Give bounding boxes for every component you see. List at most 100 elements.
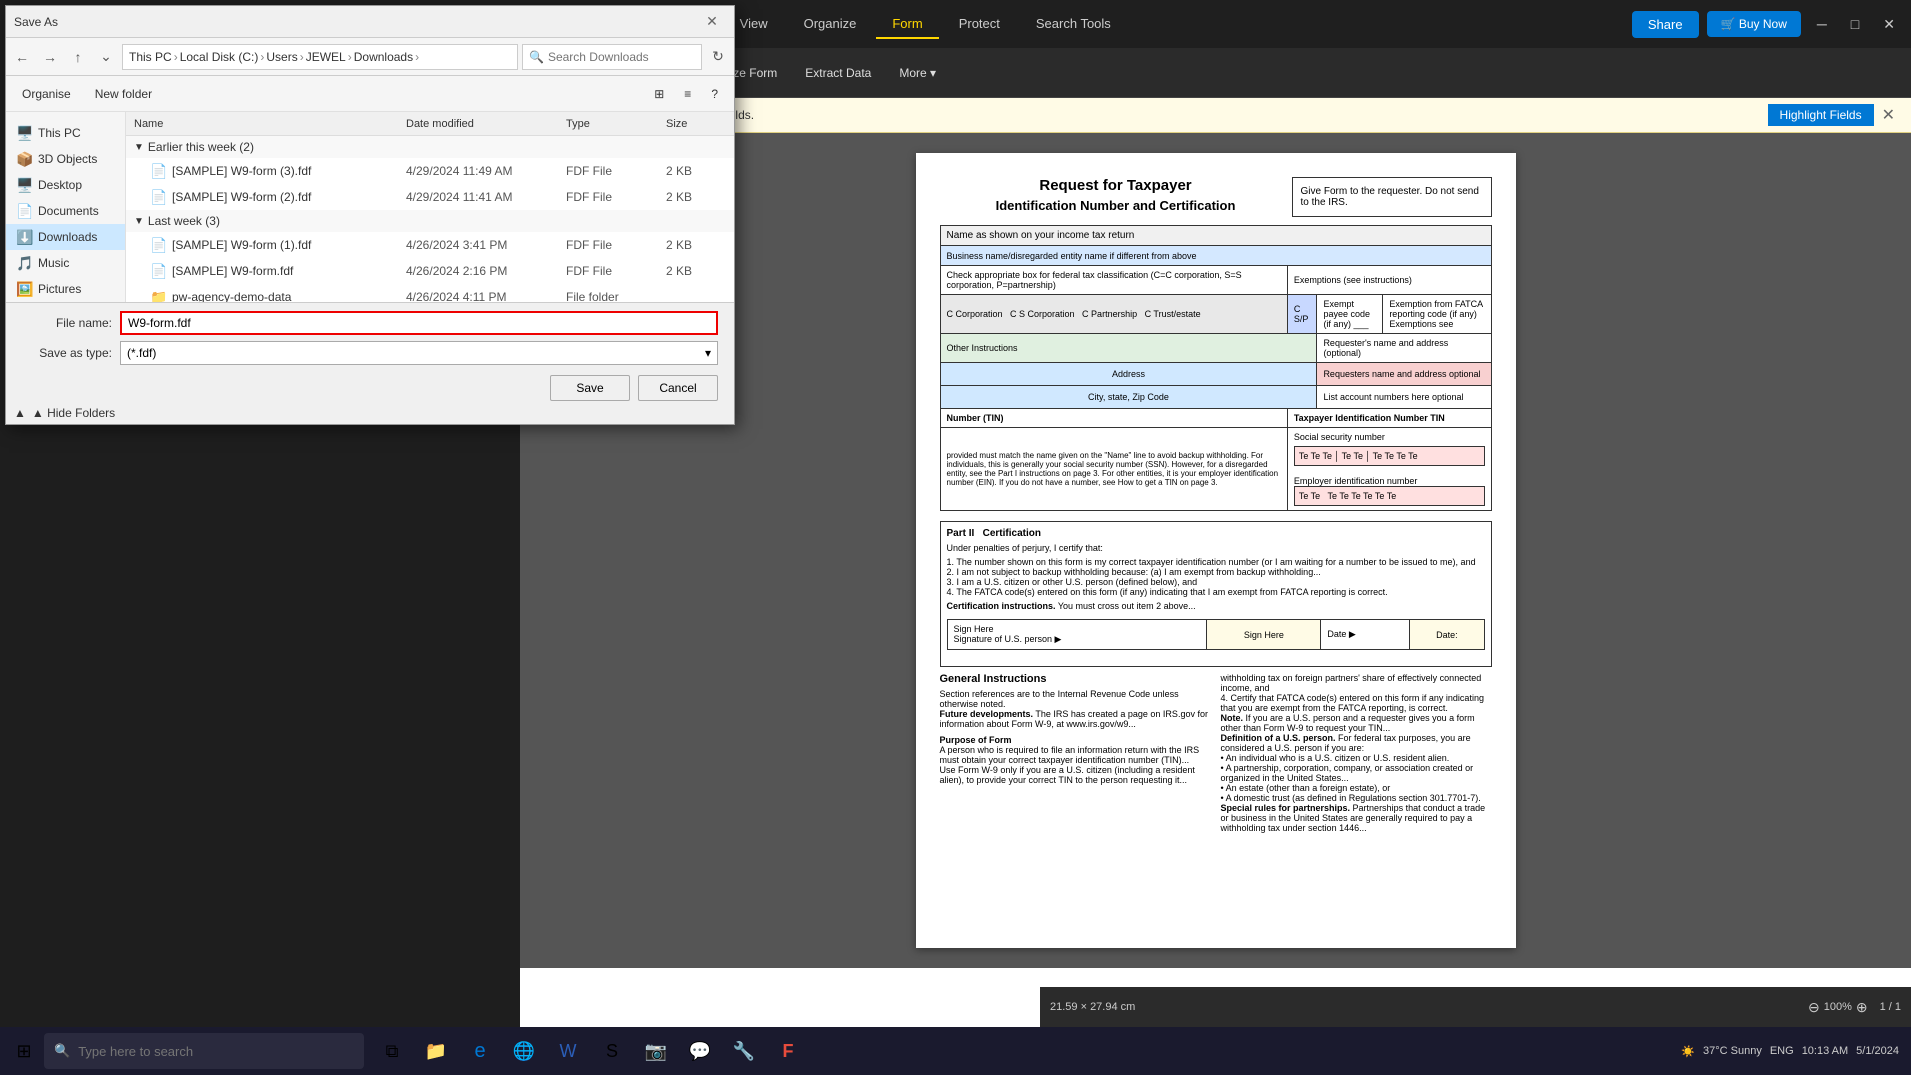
- app6-btn[interactable]: 💬: [680, 1031, 720, 1071]
- chrome-btn[interactable]: 🌐: [504, 1031, 544, 1071]
- taskview-btn[interactable]: ⧉: [372, 1031, 412, 1071]
- file-date: 4/26/2024 3:41 PM: [406, 238, 566, 252]
- nav-item-label: Downloads: [38, 230, 97, 244]
- search-icon: 🔍: [529, 50, 544, 64]
- buy-now-button[interactable]: 🛒 Buy Now: [1707, 11, 1801, 37]
- nav-recent-btn[interactable]: ⌄: [94, 45, 118, 69]
- filename-input[interactable]: [120, 311, 718, 335]
- new-folder-btn[interactable]: New folder: [87, 83, 160, 105]
- file-row[interactable]: 📄 [SAMPLE] W9-form.fdf 4/26/2024 2:16 PM…: [126, 258, 734, 284]
- nav-up-btn[interactable]: ↑: [66, 45, 90, 69]
- refresh-btn[interactable]: ↻: [706, 45, 730, 69]
- file-size: 2 KB: [666, 164, 726, 178]
- hide-folders-btn[interactable]: ▲ ▲ Hide Folders: [6, 402, 734, 424]
- file-row[interactable]: 📄 [SAMPLE] W9-form (2).fdf 4/29/2024 11:…: [126, 184, 734, 210]
- zoom-out-btn[interactable]: ⊖: [1808, 999, 1820, 1016]
- pdf-tab-organize[interactable]: Organize: [788, 10, 873, 39]
- file-name: [SAMPLE] W9-form (2).fdf: [172, 190, 406, 204]
- close-app-btn[interactable]: ✕: [1875, 12, 1903, 37]
- page-info: 1 / 1: [1880, 1001, 1901, 1013]
- nav-item-pictures[interactable]: 🖼️ Pictures: [6, 276, 125, 302]
- breadcrumb-local-disk[interactable]: Local Disk (C:): [180, 50, 259, 64]
- search-input[interactable]: [548, 50, 703, 64]
- app5-btn[interactable]: 📷: [636, 1031, 676, 1071]
- file-type: FDF File: [566, 164, 666, 178]
- group-last-week[interactable]: ▼ Last week (3): [126, 210, 734, 232]
- file-size: 2 KB: [666, 238, 726, 252]
- file-name: pw-agency-demo-data: [172, 290, 406, 302]
- file-row[interactable]: 📄 [SAMPLE] W9-form (1).fdf 4/26/2024 3:4…: [126, 232, 734, 258]
- save-as-type-select[interactable]: (*.fdf) ▾: [120, 341, 718, 365]
- file-date: 4/29/2024 11:41 AM: [406, 190, 566, 204]
- explorer-btn[interactable]: 📁: [416, 1031, 456, 1071]
- nav-forward-btn[interactable]: →: [38, 45, 62, 69]
- save-button[interactable]: Save: [550, 375, 630, 401]
- minimize-btn[interactable]: ─: [1809, 12, 1835, 36]
- dimensions-label: 21.59 × 27.94 cm: [1050, 1001, 1135, 1013]
- extract-data-label: Extract Data: [805, 66, 871, 80]
- start-btn[interactable]: ⊞: [4, 1031, 44, 1071]
- cancel-button[interactable]: Cancel: [638, 375, 718, 401]
- dialog-main: 🖥️ This PC 📦 3D Objects 🖥️ Desktop 📄 Doc…: [6, 112, 734, 302]
- group-earlier-this-week[interactable]: ▼ Earlier this week (2): [126, 136, 734, 158]
- pdf-document: Request for Taxpayer Identification Numb…: [916, 153, 1516, 948]
- file-date: 4/26/2024 2:16 PM: [406, 264, 566, 278]
- taskbar-search-container: 🔍: [44, 1033, 364, 1069]
- screen: ← → File Home View Organize Form Protect…: [0, 0, 1911, 1075]
- pdf-tab-form[interactable]: Form: [876, 10, 938, 39]
- organise-btn[interactable]: Organise: [14, 83, 79, 105]
- view-btn2[interactable]: ≡: [676, 83, 699, 105]
- pdf-tab-search-tools[interactable]: Search Tools: [1020, 10, 1127, 39]
- taskbar: ⊞ 🔍 ⧉ 📁 e 🌐 W S 📷 💬 🔧 F ☀️ 37°C Sunny EN…: [0, 1027, 1911, 1075]
- taskbar-app-icons: ⧉ 📁 e 🌐 W S 📷 💬 🔧 F: [372, 1031, 808, 1071]
- breadcrumb-this-pc[interactable]: This PC: [129, 50, 172, 64]
- downloads-icon: ⬇️: [16, 229, 32, 245]
- nav-item-3d-objects[interactable]: 📦 3D Objects: [6, 146, 125, 172]
- documents-icon: 📄: [16, 203, 32, 219]
- nav-back-btn[interactable]: ←: [10, 45, 34, 69]
- breadcrumb-downloads[interactable]: Downloads: [354, 50, 413, 64]
- file-row[interactable]: 📁 pw-agency-demo-data 4/26/2024 4:11 PM …: [126, 284, 734, 302]
- desktop-icon: 🖥️: [16, 177, 32, 193]
- pdf-tab-protect[interactable]: Protect: [943, 10, 1016, 39]
- nav-item-desktop[interactable]: 🖥️ Desktop: [6, 172, 125, 198]
- more-tools-btn[interactable]: More ▾: [889, 62, 946, 84]
- share-button[interactable]: Share: [1632, 11, 1699, 38]
- file-name: [SAMPLE] W9-form.fdf: [172, 264, 406, 278]
- extract-data-btn[interactable]: Extract Data: [795, 62, 881, 84]
- col-type-header: Type: [566, 118, 666, 130]
- nav-item-downloads[interactable]: ⬇️ Downloads: [6, 224, 125, 250]
- app7-btn[interactable]: 🔧: [724, 1031, 764, 1071]
- skype-btn[interactable]: S: [592, 1031, 632, 1071]
- file-date: 4/29/2024 11:49 AM: [406, 164, 566, 178]
- dialog-close-btn[interactable]: ✕: [698, 8, 726, 36]
- hide-folders-label: ▲ Hide Folders: [32, 406, 115, 420]
- highlight-fields-btn[interactable]: Highlight Fields: [1768, 104, 1874, 126]
- word-btn[interactable]: W: [548, 1031, 588, 1071]
- edge-btn[interactable]: e: [460, 1031, 500, 1071]
- pdf-general-instructions: General Instructions Section references …: [940, 673, 1492, 833]
- weather-label: 37°C Sunny: [1703, 1045, 1762, 1057]
- zoom-in-btn[interactable]: ⊕: [1856, 999, 1868, 1016]
- nav-item-label: Documents: [38, 204, 99, 218]
- foxit-btn[interactable]: F: [768, 1031, 808, 1071]
- help-btn[interactable]: ?: [703, 83, 726, 105]
- pdf-side-note: Give Form to the requester. Do not send …: [1292, 177, 1492, 217]
- file-row[interactable]: 📄 [SAMPLE] W9-form (3).fdf 4/29/2024 11:…: [126, 158, 734, 184]
- notification-close-btn[interactable]: ✕: [1882, 105, 1895, 125]
- save-as-type-row: Save as type: (*.fdf) ▾: [22, 341, 718, 365]
- nav-item-label: Pictures: [38, 282, 81, 296]
- date-label: 5/1/2024: [1856, 1045, 1899, 1057]
- breadcrumb-jewel[interactable]: JEWEL: [306, 50, 346, 64]
- nav-item-music[interactable]: 🎵 Music: [6, 250, 125, 276]
- breadcrumb-bar[interactable]: This PC › Local Disk (C:) › Users › JEWE…: [122, 44, 518, 70]
- nav-item-documents[interactable]: 📄 Documents: [6, 198, 125, 224]
- maximize-btn[interactable]: □: [1843, 12, 1867, 36]
- file-type: FDF File: [566, 264, 666, 278]
- taskbar-search-input[interactable]: [78, 1044, 354, 1059]
- view-toggle-btn[interactable]: ⊞: [646, 83, 672, 105]
- file-type: FDF File: [566, 190, 666, 204]
- breadcrumb-users[interactable]: Users: [266, 50, 297, 64]
- filename-row: File name:: [22, 311, 718, 335]
- nav-item-this-pc[interactable]: 🖥️ This PC: [6, 120, 125, 146]
